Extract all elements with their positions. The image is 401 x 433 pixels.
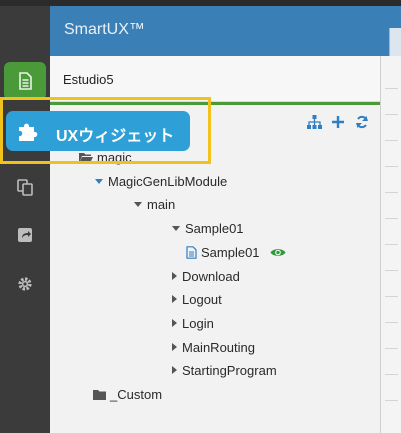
caret-right-icon (172, 366, 177, 374)
rail-share-button[interactable] (4, 216, 46, 254)
left-nav-rail (0, 6, 50, 433)
divider (385, 114, 398, 115)
caret-down-icon (172, 225, 180, 231)
divider (385, 140, 398, 141)
divider (385, 270, 398, 271)
rail-settings-button[interactable] (4, 265, 46, 303)
tree-item-label: MagicGenLibModule (108, 173, 228, 189)
tree-item-login[interactable]: Login (172, 312, 214, 334)
tree-item-sample01-folder[interactable]: Sample01 (172, 217, 244, 239)
caret-down-icon (134, 201, 142, 207)
tree-item-label: main (147, 196, 176, 212)
rail-documents-button[interactable] (4, 62, 46, 100)
gear-icon (18, 277, 32, 291)
tree-item-label: Logout (182, 291, 222, 307)
tree-item-download[interactable]: Download (172, 265, 240, 287)
caret-right-icon (172, 272, 177, 280)
file-icon (186, 245, 197, 259)
tree-toolbar (306, 114, 370, 130)
tree-item-label: Sample01 (185, 220, 244, 236)
caret-down-icon (95, 178, 103, 184)
divider (385, 400, 398, 401)
divider (385, 348, 398, 349)
tree-item-magicgenlibmodule[interactable]: MagicGenLibModule (95, 170, 227, 192)
tooltip-label: UXウィジェット (56, 128, 175, 145)
divider (385, 88, 398, 89)
header-right-edge (389, 28, 401, 56)
tree-item-label: MainRouting (182, 339, 255, 355)
tree-item-label: StartingProgram (182, 362, 277, 378)
plus-icon[interactable] (330, 114, 346, 130)
caret-right-icon (172, 343, 177, 351)
caret-right-icon (172, 319, 177, 327)
app-header: SmartUX™ (50, 6, 401, 56)
divider (385, 192, 398, 193)
divider (385, 166, 398, 167)
tree-item-logout[interactable]: Logout (172, 288, 222, 310)
divider (385, 296, 398, 297)
ux-widget-tooltip[interactable]: UXウィジェット (6, 111, 190, 151)
sitemap-icon[interactable] (306, 114, 322, 130)
tree-item-label: Login (182, 315, 214, 331)
copy-icon (17, 179, 33, 196)
divider (385, 218, 398, 219)
tree-item-custom[interactable]: _Custom (93, 383, 162, 405)
app-title: SmartUX™ (64, 21, 145, 38)
rail-copy-button[interactable] (4, 168, 46, 206)
caret-right-icon (172, 295, 177, 303)
right-pane-edge (380, 56, 401, 433)
folder-icon (93, 389, 106, 400)
tree-item-label: Sample01 (201, 244, 260, 260)
share-icon (18, 228, 32, 242)
tree-item-sample01-file[interactable]: Sample01 (186, 241, 290, 263)
project-name: Estudio5 (63, 72, 114, 87)
tree-item-startingprogram[interactable]: StartingProgram (172, 359, 277, 381)
refresh-icon[interactable] (354, 114, 370, 130)
tree-item-label: _Custom (110, 386, 163, 402)
project-bar[interactable]: Estudio5 (50, 56, 380, 102)
divider (385, 244, 398, 245)
document-icon (19, 72, 32, 90)
tree-item-main[interactable]: main (134, 193, 175, 215)
divider (385, 374, 398, 375)
tree-item-label: Download (182, 268, 240, 284)
puzzle-icon (19, 123, 38, 141)
eye-icon[interactable] (270, 247, 286, 258)
divider (385, 322, 398, 323)
tree-item-mainrouting[interactable]: MainRouting (172, 336, 255, 358)
